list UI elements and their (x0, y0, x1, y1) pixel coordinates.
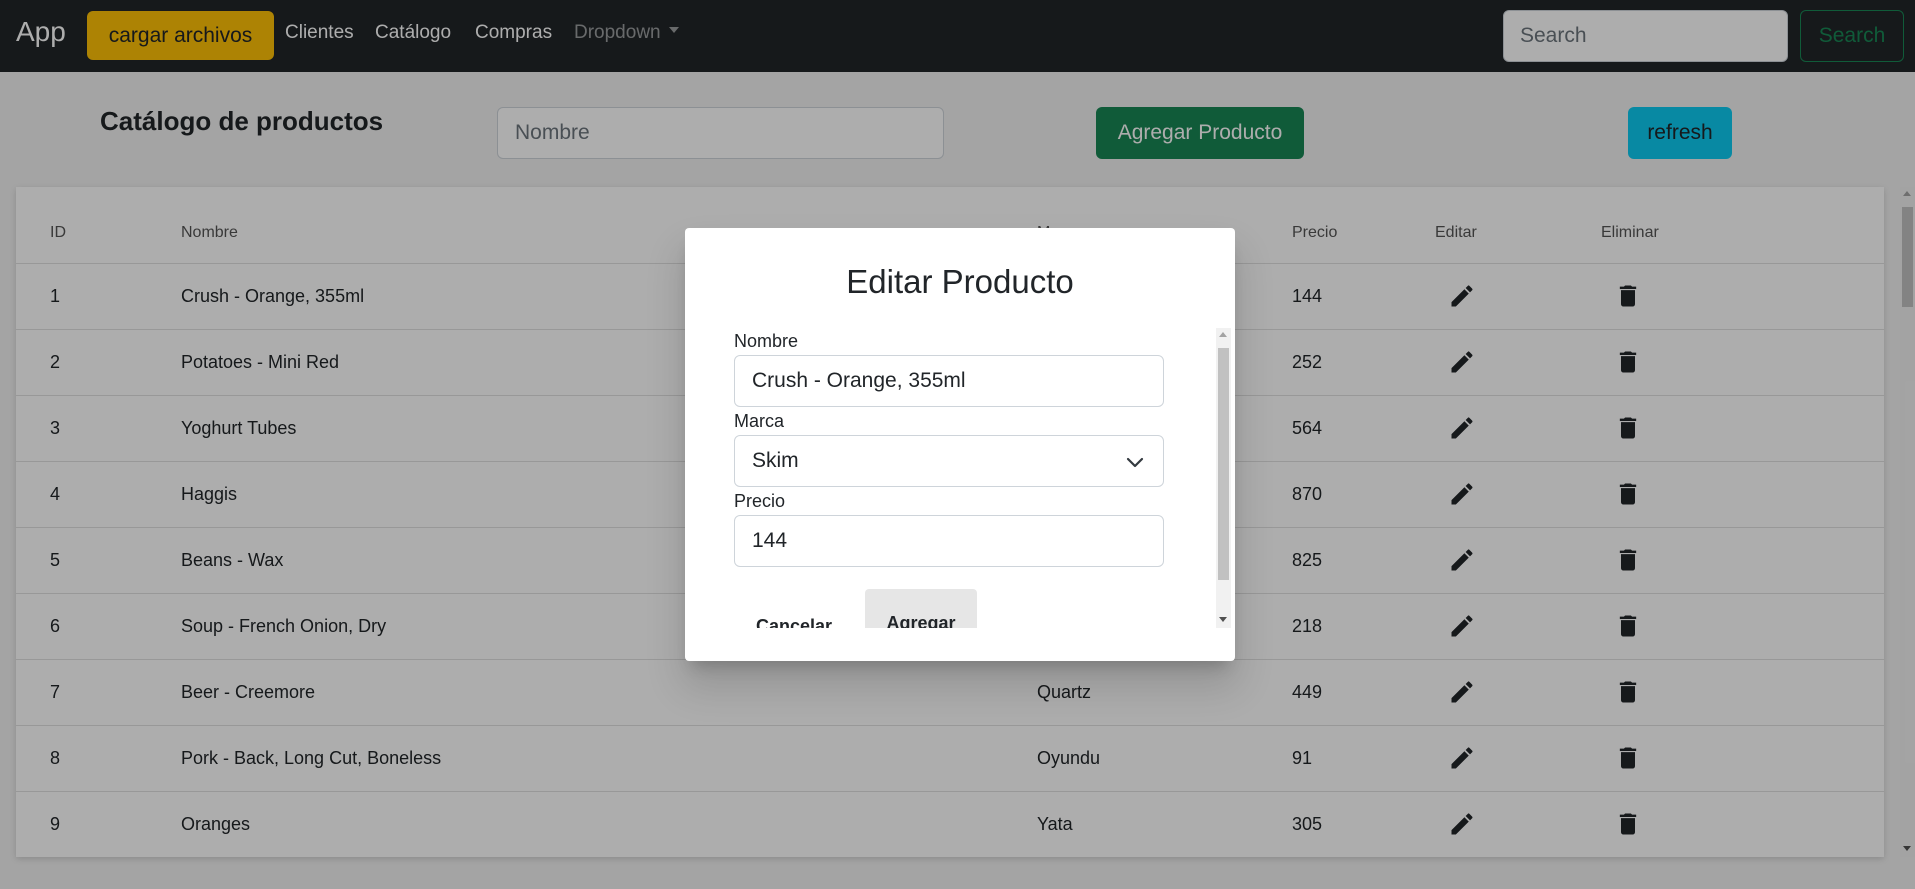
dialog-scroll-thumb[interactable] (1218, 348, 1229, 580)
chevron-down-icon (1126, 457, 1144, 468)
edit-product-dialog: Editar Producto Nombre Crush - Orange, 3… (685, 228, 1235, 661)
dialog-body: Nombre Crush - Orange, 355ml Marca Skim … (734, 328, 1164, 628)
cancel-button[interactable]: Cancelar (734, 604, 854, 629)
nombre-field[interactable]: Crush - Orange, 355ml (734, 355, 1164, 407)
precio-label: Precio (734, 491, 786, 511)
marca-select[interactable]: Skim (734, 435, 1164, 487)
nombre-label: Nombre (734, 331, 799, 351)
save-button[interactable]: Agregar (865, 589, 977, 628)
marca-select-value: Skim (752, 449, 799, 472)
precio-field[interactable]: 144 (734, 515, 1164, 567)
dialog-scroll-up-icon[interactable] (1219, 332, 1227, 337)
dialog-scroll-down-icon[interactable] (1219, 617, 1227, 622)
dialog-scrollbar[interactable] (1216, 328, 1231, 628)
marca-label: Marca (734, 411, 785, 431)
dialog-title: Editar Producto (846, 263, 1074, 300)
